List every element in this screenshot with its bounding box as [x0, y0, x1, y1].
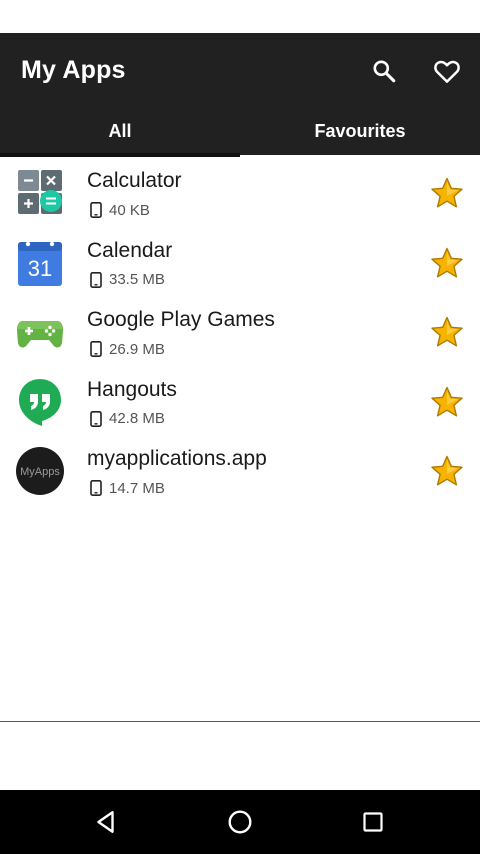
calculator-icon	[18, 170, 62, 214]
navigation-bar	[0, 790, 480, 854]
list-item[interactable]: MyApps myapplications.app 14.7 MB	[0, 435, 480, 505]
heart-icon	[434, 60, 460, 83]
back-icon	[97, 811, 114, 833]
star-icon[interactable]	[429, 246, 465, 282]
bottom-divider	[0, 721, 480, 722]
tab-favourites[interactable]: Favourites	[240, 108, 480, 155]
page-title: My Apps	[21, 56, 126, 84]
calendar-icon: 31	[18, 241, 62, 286]
myapps-icon: MyApps	[16, 447, 64, 495]
app-size: 42.8 MB	[87, 410, 165, 427]
app-size-label: 40 KB	[109, 201, 150, 219]
recents-button[interactable]	[353, 804, 393, 840]
app-name: myapplications.app	[87, 447, 267, 470]
status-bar	[0, 0, 480, 33]
home-button[interactable]	[220, 804, 260, 840]
app-size-label: 42.8 MB	[109, 410, 165, 427]
favourites-button[interactable]	[429, 53, 465, 89]
phone-icon	[90, 480, 102, 496]
app-name: Calendar	[87, 238, 173, 262]
app-size: 33.5 MB	[87, 271, 165, 288]
app-name: Google Play Games	[87, 308, 275, 331]
star-icon[interactable]	[429, 315, 465, 351]
back-button[interactable]	[86, 804, 126, 840]
phone-icon	[90, 202, 102, 218]
hangouts-icon	[19, 378, 61, 426]
home-icon	[228, 810, 252, 834]
app-size-label: 26.9 MB	[109, 340, 165, 358]
list-item[interactable]: Calculator 40 KB	[0, 157, 480, 227]
star-icon[interactable]	[429, 454, 465, 490]
app-size: 26.9 MB	[87, 340, 165, 358]
app-size: 40 KB	[87, 201, 150, 219]
list-item[interactable]: Google Play Games 26.9 MB	[0, 296, 480, 366]
recents-icon	[363, 812, 383, 832]
phone-icon	[90, 341, 102, 357]
search-icon	[373, 60, 396, 83]
gamepad-icon	[17, 321, 63, 348]
star-icon[interactable]	[429, 176, 465, 212]
app-bar: My Apps	[0, 33, 480, 108]
app-name: Hangouts	[87, 377, 177, 401]
tab-bar: All Favourites	[0, 108, 480, 155]
app-size-label: 14.7 MB	[109, 479, 165, 497]
search-button[interactable]	[366, 53, 402, 89]
phone-icon	[90, 271, 102, 288]
app-name: Calculator	[87, 169, 182, 192]
calendar-icon-text: 31	[28, 256, 52, 281]
app-size: 14.7 MB	[87, 479, 165, 497]
phone-icon	[90, 410, 102, 427]
tab-all[interactable]: All	[0, 108, 240, 155]
app-size-label: 33.5 MB	[109, 271, 165, 288]
list-item[interactable]: 31 Calendar 33.5 MB	[0, 227, 480, 297]
list-item[interactable]: Hangouts 42.8 MB	[0, 366, 480, 436]
star-icon[interactable]	[429, 385, 465, 421]
myapps-icon-text: MyApps	[20, 466, 60, 478]
